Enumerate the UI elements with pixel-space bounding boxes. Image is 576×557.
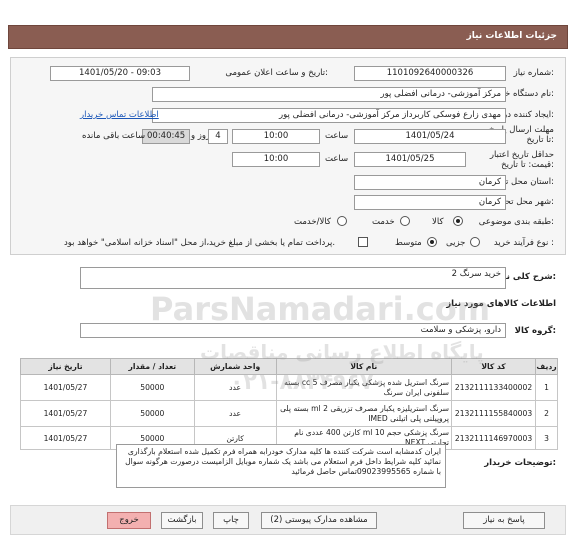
column-header: کد کالا xyxy=(451,358,537,375)
purchase-type-medium-radio[interactable] xyxy=(427,237,437,247)
table-row: 1 2132111133400002 سرنگ استریل شده پزشکی… xyxy=(20,374,558,401)
item-name: سرنگ استریل شده پزشکی یکبار مصرف 5 cc بس… xyxy=(275,374,453,401)
item-code: 2132111146970003 xyxy=(451,426,537,450)
category-service-radio[interactable] xyxy=(400,216,410,226)
buyer-contact-link[interactable]: اطلاعات تماس خریدار xyxy=(80,110,159,120)
item-code: 2132111133400002 xyxy=(451,374,537,401)
item-unit: عدد xyxy=(193,400,277,427)
need-number-field: 1101092640000326 xyxy=(354,66,506,81)
buyer-org-field: مرکز آموزشی- درمانی افضلی پور xyxy=(152,87,506,102)
reply-deadline-time-field: 10:00 xyxy=(232,129,320,144)
view-attachments-button[interactable]: مشاهده مدارک پیوستی (2) xyxy=(261,512,377,529)
category-goods-label: کالا xyxy=(432,217,444,227)
remaining-time-label: ساعت باقی مانده xyxy=(82,131,146,141)
category-service-label: خدمت xyxy=(372,217,395,227)
back-button[interactable]: بازگشت xyxy=(161,512,203,529)
price-validity-label: حداقل تاریخ اعتبار قیمت: تا تاریخ: xyxy=(489,150,554,170)
price-validity-time-label: ساعت xyxy=(325,154,349,164)
description-field: خرید سرنگ 2 xyxy=(80,267,506,289)
item-unit: عدد xyxy=(193,374,277,401)
price-validity-time-field: 10:00 xyxy=(232,152,320,167)
buyer-notes-field: ایران کدمشابه است شرکت کننده ها کلیه مدا… xyxy=(116,444,446,488)
price-validity-date-field: 1401/05/25 xyxy=(354,152,466,167)
page-header: جزئیات اطلاعات نیاز xyxy=(8,25,568,49)
reply-time-label: ساعت xyxy=(325,131,349,141)
purchase-type-minor-radio[interactable] xyxy=(470,237,480,247)
goods-table: ردیف کد کالا نام کالا واحد شمارش تعداد /… xyxy=(20,358,558,450)
goods-group-field: دارو، پزشکی و سلامت xyxy=(80,323,506,338)
purchase-type-label: نوع فرآیند خرید : xyxy=(493,238,554,248)
item-name: سرنگ استریلیزه یکبار مصرف تزریقی 2 ml بس… xyxy=(275,400,453,427)
category-goods-service-radio[interactable] xyxy=(337,216,347,226)
announce-datetime-field: 1401/05/20 - 09:03 xyxy=(50,66,190,81)
column-header: واحد شمارش xyxy=(193,358,277,375)
treasury-payment-checkbox[interactable] xyxy=(358,237,368,247)
table-header-row: ردیف کد کالا نام کالا واحد شمارش تعداد /… xyxy=(20,358,558,375)
table-row: 2 2132111155840003 سرنگ استریلیزه یکبار … xyxy=(20,400,558,427)
item-need-date: 1401/05/27 xyxy=(20,374,111,401)
page-title: جزئیات اطلاعات نیاز xyxy=(466,31,557,41)
item-quantity: 50000 xyxy=(109,374,195,401)
remaining-days-field: 4 xyxy=(208,129,228,144)
column-header: ردیف xyxy=(535,358,558,375)
delivery-city-field: کرمان xyxy=(354,195,506,210)
exit-button[interactable]: خروج xyxy=(107,512,151,529)
item-need-date: 1401/05/27 xyxy=(20,426,111,450)
category-label: طبقه بندی موضوعی: xyxy=(478,217,554,227)
row-number: 2 xyxy=(535,400,558,427)
goods-section-title: اطلاعات کالاهای مورد نیاز xyxy=(446,299,556,309)
reply-button[interactable]: پاسخ به نیاز xyxy=(463,512,545,529)
category-goods-service-label: کالا/خدمت xyxy=(294,217,331,227)
category-goods-radio[interactable] xyxy=(453,216,463,226)
goods-group-label: گروه کالا: xyxy=(514,326,556,336)
print-button[interactable]: چاپ xyxy=(213,512,249,529)
requester-field: مهدی زارع فوسکی کاربرداز مرکز آموزشی- در… xyxy=(152,108,506,123)
delivery-province-field: کرمان xyxy=(354,175,506,190)
row-number: 3 xyxy=(535,426,558,450)
button-bar: پاسخ به نیاز مشاهده مدارک پیوستی (2) چاپ… xyxy=(10,505,566,535)
column-header: تعداد / مقدار xyxy=(109,358,195,375)
column-header: نام کالا xyxy=(275,358,453,375)
remaining-time-field: 00:40:45 xyxy=(142,129,190,144)
purchase-type-medium-label: متوسط xyxy=(395,238,422,248)
announce-datetime-label: تاریخ و ساعت اعلان عمومی: xyxy=(225,68,328,78)
treasury-payment-label: پرداخت تمام یا بخشی از مبلغ خرید،از محل … xyxy=(64,238,336,248)
reply-deadline-date-field: 1401/05/24 xyxy=(354,129,506,144)
column-header: تاریخ نیاز xyxy=(20,358,111,375)
need-number-label: شماره نیاز: xyxy=(513,68,554,78)
row-number: 1 xyxy=(535,374,558,401)
purchase-type-minor-label: جزیی xyxy=(446,238,466,248)
item-code: 2132111155840003 xyxy=(451,400,537,427)
item-quantity: 50000 xyxy=(109,400,195,427)
buyer-notes-label: توضیحات خریدار: xyxy=(484,458,556,468)
item-need-date: 1401/05/27 xyxy=(20,400,111,427)
